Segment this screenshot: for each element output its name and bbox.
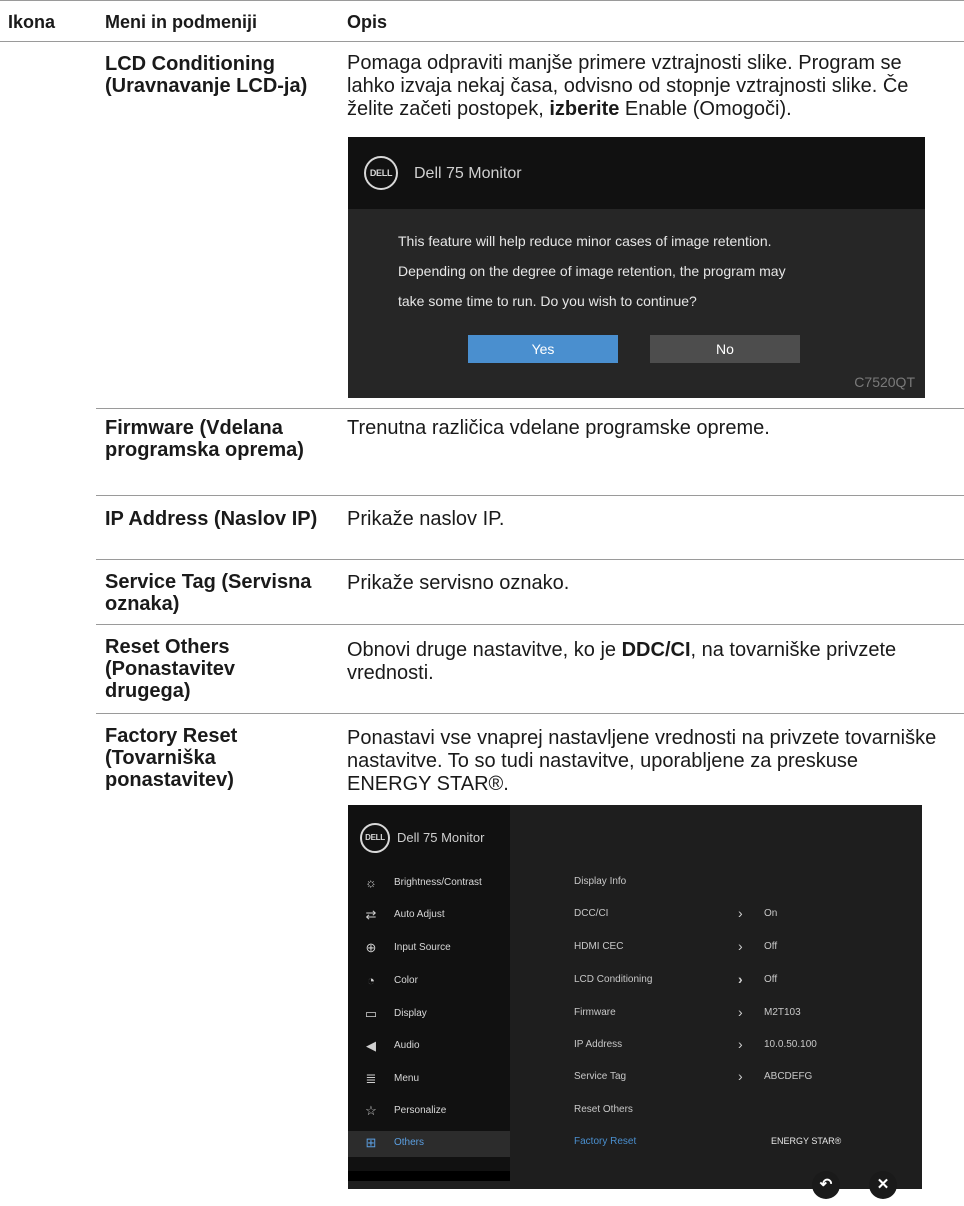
chevron-right-icon: › xyxy=(738,971,743,987)
osd-row-lcd-conditioning[interactable]: LCD Conditioning › Off xyxy=(574,971,914,991)
star-icon: ☆ xyxy=(365,1103,377,1118)
row-ip-address-desc: Prikaže naslov IP. xyxy=(347,508,505,530)
header-bottom-rule xyxy=(0,41,964,42)
close-icon: ✕ xyxy=(876,1176,890,1193)
osd-row-value: Off xyxy=(764,941,778,952)
row-ip-address-menu: IP Address (Naslov IP) xyxy=(105,508,318,530)
osd-menu-personalize[interactable]: ☆ Personalize xyxy=(348,1099,510,1125)
osd-row-label: Service Tag xyxy=(574,1071,627,1082)
row-lcd-conditioning-desc: Pomaga odpraviti manjše primere vztrajno… xyxy=(347,52,909,120)
chevron-right-icon: › xyxy=(738,938,743,954)
header-desc: Opis xyxy=(347,12,388,32)
dialog-message-line: take some time to run. Do you wish to co… xyxy=(398,293,697,309)
row-factory-reset-desc: Ponastavi vse vnaprej nastavljene vredno… xyxy=(347,727,937,795)
row-divider xyxy=(96,624,964,625)
model-label: C7520QT xyxy=(854,374,915,390)
row-divider xyxy=(96,495,964,496)
row-firmware-menu: Firmware (Vdelana programska oprema) xyxy=(105,417,304,461)
osd-row-factory-reset[interactable]: Factory Reset ENERGY STAR® xyxy=(574,1133,914,1153)
osd-row-label: Reset Others xyxy=(574,1104,633,1115)
osd-row-label: HDMI CEC xyxy=(574,941,624,952)
row-divider xyxy=(96,713,964,714)
osd-menu-label: Audio xyxy=(394,1040,420,1051)
display-icon: ▭ xyxy=(364,1006,378,1021)
speaker-icon: ◀ xyxy=(366,1038,376,1053)
row-factory-reset-menu: Factory Reset (Tovarniška ponastavitev) xyxy=(105,725,238,791)
osd-menu-label: Color xyxy=(394,975,418,986)
dialog-header: DELL Dell 75 Monitor xyxy=(348,137,925,209)
auto-adjust-icon: ⇄ xyxy=(365,907,377,922)
osd-row-hdmi-cec[interactable]: HDMI CEC › Off xyxy=(574,938,914,958)
back-icon: ↶ xyxy=(819,1176,833,1193)
header-top-rule xyxy=(0,0,964,1)
dell-logo: DELL xyxy=(360,823,390,853)
osd-row-ip-address[interactable]: IP Address › 10.0.50.100 xyxy=(574,1036,914,1056)
header-icon: Ikona xyxy=(8,12,56,32)
osd-row-service-tag[interactable]: Service Tag › ABCDEFG xyxy=(574,1068,914,1088)
osd-menu-label: Personalize xyxy=(394,1105,447,1116)
dialog-title: Dell 75 Monitor xyxy=(414,165,522,182)
osd-menu-label: Others xyxy=(394,1137,425,1148)
row-service-tag-menu: Service Tag (Servisna oznaka) xyxy=(105,571,312,615)
osd-menu-menu[interactable]: ≣ Menu xyxy=(348,1067,510,1093)
chevron-right-icon: › xyxy=(738,1036,743,1052)
osd-row-value: ABCDEFG xyxy=(764,1071,813,1082)
osd-menu-input-source[interactable]: ⊕ Input Source xyxy=(348,936,510,962)
lcd-conditioning-dialog: DELL Dell 75 Monitor This feature will h… xyxy=(348,137,925,398)
osd-row-display-info[interactable]: Display Info xyxy=(574,873,914,893)
osd-row-value: On xyxy=(764,908,778,919)
row-lcd-conditioning-menu: LCD Conditioning (Uravnavanje LCD-ja) xyxy=(105,53,308,97)
color-palette-icon: ◔ xyxy=(367,973,375,988)
header-menu: Meni in podmeniji xyxy=(105,12,257,32)
osd-row-label: IP Address xyxy=(574,1039,623,1050)
osd-menu-label: Display xyxy=(394,1008,427,1019)
row-service-tag-desc: Prikaže servisno oznako. xyxy=(347,572,570,594)
row-firmware-desc: Trenutna različica vdelane programske op… xyxy=(347,417,770,439)
osd-menu-audio[interactable]: ◀ Audio xyxy=(348,1034,510,1060)
osd-row-label: Factory Reset xyxy=(574,1136,637,1147)
input-source-icon: ⊕ xyxy=(365,940,377,955)
osd-sidebar-footer xyxy=(348,1171,510,1181)
yes-button[interactable]: Yes xyxy=(468,335,618,363)
osd-row-label: DCC/CI xyxy=(574,908,609,919)
osd-menu-color[interactable]: ◔ Color xyxy=(348,969,510,995)
chevron-right-icon: › xyxy=(738,1068,743,1084)
dialog-message-line: Depending on the degree of image retenti… xyxy=(398,263,786,279)
close-button[interactable]: ✕ xyxy=(869,1171,897,1199)
osd-row-ddc-ci[interactable]: DCC/CI › On xyxy=(574,905,914,925)
osd-menu: DELL Dell 75 Monitor ☼ Brightness/Contra… xyxy=(348,805,922,1189)
osd-row-reset-others[interactable]: Reset Others xyxy=(574,1101,914,1121)
no-button[interactable]: No xyxy=(650,335,800,363)
osd-row-label: LCD Conditioning xyxy=(574,974,653,985)
osd-menu-brightness[interactable]: ☼ Brightness/Contrast xyxy=(348,871,510,897)
osd-menu-label: Input Source xyxy=(394,942,451,953)
energy-star-label: ENERGY STAR® xyxy=(771,1136,842,1146)
row-reset-others-desc: Obnovi druge nastavitve, ko je DDC/CI, n… xyxy=(347,639,897,684)
osd-menu-label: Auto Adjust xyxy=(394,909,445,920)
osd-row-value: M2T103 xyxy=(764,1007,801,1018)
osd-menu-label: Menu xyxy=(394,1073,420,1084)
chevron-right-icon: › xyxy=(738,1004,743,1020)
osd-row-firmware[interactable]: Firmware › M2T103 xyxy=(574,1004,914,1024)
osd-row-value: Off xyxy=(764,974,778,985)
osd-row-value: 10.0.50.100 xyxy=(764,1039,817,1050)
osd-menu-auto-adjust[interactable]: ⇄ Auto Adjust xyxy=(348,903,510,929)
back-button[interactable]: ↶ xyxy=(812,1171,840,1199)
brightness-icon: ☼ xyxy=(365,875,377,890)
osd-menu-label: Brightness/Contrast xyxy=(394,877,482,888)
osd-sidebar: DELL Dell 75 Monitor ☼ Brightness/Contra… xyxy=(348,805,510,1181)
row-divider xyxy=(96,408,964,409)
osd-title: Dell 75 Monitor xyxy=(397,830,485,845)
menu-list-icon: ≣ xyxy=(365,1071,377,1086)
osd-row-label: Firmware xyxy=(574,1007,616,1018)
others-icon: ⊞ xyxy=(365,1135,377,1150)
dialog-message-line: This feature will help reduce minor case… xyxy=(398,233,772,249)
osd-menu-display[interactable]: ▭ Display xyxy=(348,1002,510,1028)
osd-menu-others[interactable]: ⊞ Others xyxy=(348,1131,510,1157)
row-reset-others-menu: Reset Others (Ponastavitev drugega) xyxy=(105,636,236,702)
osd-row-label: Display Info xyxy=(574,876,627,887)
chevron-right-icon: › xyxy=(738,905,743,921)
dell-logo: DELL xyxy=(364,156,398,190)
row-divider xyxy=(96,559,964,560)
